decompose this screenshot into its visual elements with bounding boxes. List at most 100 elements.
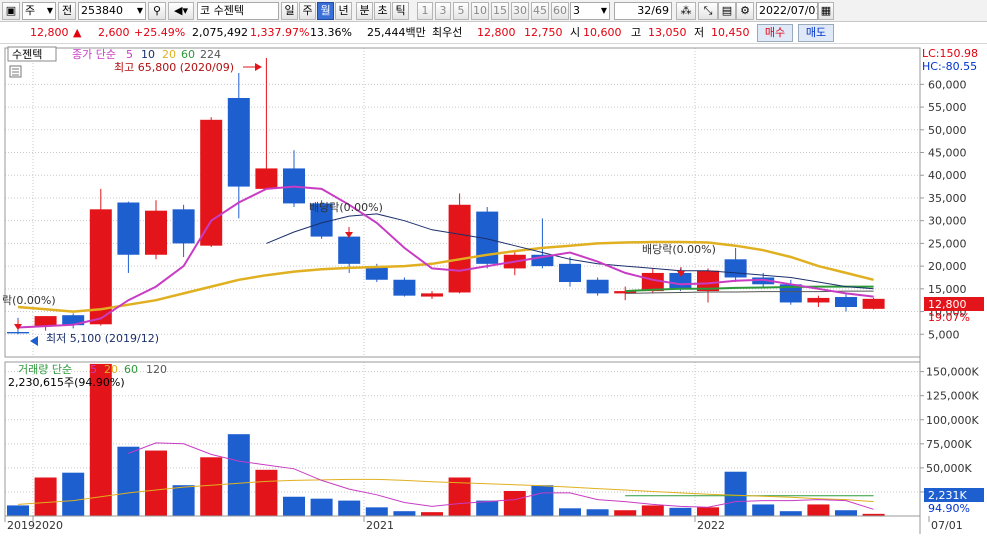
search-icon[interactable]: ⚲ xyxy=(148,2,166,20)
current-price-badge-text: 12,800 xyxy=(928,298,967,311)
page-counter-current: 32 xyxy=(637,4,652,17)
volume-bar xyxy=(421,512,443,516)
period-button-4[interactable]: 분 xyxy=(356,2,373,20)
price-legend-ma10: 10 xyxy=(141,48,155,61)
volume-legend-ma20: 20 xyxy=(104,363,118,376)
period-button-1[interactable]: 주 xyxy=(299,2,316,20)
interval-button-1[interactable]: 1 xyxy=(417,2,433,20)
candle-body xyxy=(862,298,885,309)
volume-bar xyxy=(614,510,637,516)
market-select[interactable]: 주 ▼ xyxy=(22,2,56,20)
volume-bar xyxy=(310,498,333,516)
lc-label: LC:150.98 xyxy=(922,47,978,60)
stock-name-field[interactable]: 코 수젠텍 xyxy=(197,2,279,20)
gear-icon[interactable]: ⚙ xyxy=(736,2,754,20)
hc-label: HC:-80.55 xyxy=(922,60,977,73)
link-icon[interactable]: ⁂ xyxy=(676,2,696,20)
volume-bar xyxy=(227,434,250,516)
volume-bar xyxy=(365,507,388,516)
candle-body xyxy=(586,279,609,294)
current-volume-percent: 94.90% xyxy=(928,502,970,515)
volume-bar xyxy=(807,504,830,516)
candle-body xyxy=(807,297,830,303)
candle-body xyxy=(255,168,278,189)
bid-price: 12,750 xyxy=(524,26,563,39)
volume-bar xyxy=(835,510,857,516)
candlesticks xyxy=(7,57,885,335)
high-price: 13,050 xyxy=(648,26,687,39)
volume-tick-label: 75,000K xyxy=(926,438,972,451)
volume-bar xyxy=(62,472,85,516)
interval-button-45[interactable]: 45 xyxy=(531,2,549,20)
price-legend-ma60: 60 xyxy=(181,48,195,61)
window-menu-icon[interactable]: ▣ xyxy=(2,2,20,20)
volume-bar xyxy=(779,511,802,516)
period-button-5[interactable]: 초 xyxy=(374,2,391,20)
chevron-down-icon: ▼ xyxy=(136,6,143,15)
volume-bar xyxy=(669,507,692,516)
candle-body xyxy=(200,119,223,246)
volume-bar xyxy=(586,509,609,516)
stock-code-input[interactable]: 253840 ▼ xyxy=(78,2,146,20)
high-arrow-icon xyxy=(255,63,262,71)
volume-bar xyxy=(752,504,775,516)
stock-chart[interactable]: 5,00010,00015,00020,00025,00030,00035,00… xyxy=(0,44,987,537)
period-button-0[interactable]: 일 xyxy=(281,2,298,20)
volume-bar xyxy=(34,477,57,516)
interval-button-5[interactable]: 5 xyxy=(453,2,469,20)
candle-body xyxy=(7,332,29,334)
ma5-line xyxy=(17,185,874,329)
calendar-icon[interactable]: ▦ xyxy=(818,2,834,20)
sound-icon[interactable]: ◀▾ xyxy=(168,2,194,20)
volume-legend-ma120: 120 xyxy=(146,363,167,376)
volume-legend-title: 거래량 단순 xyxy=(18,363,72,376)
chart-tool-icon[interactable]: ⤡ xyxy=(698,2,718,20)
low-price: 10,450 xyxy=(711,26,750,39)
low-annotation: 최저 5,100 (2019/12) xyxy=(46,332,159,345)
page-counter-total: /69 xyxy=(651,4,669,17)
change-value: 2,600 xyxy=(98,26,130,39)
save-icon[interactable]: ▤ xyxy=(718,2,736,20)
price-legend-ma224: 224 xyxy=(200,48,221,61)
period-button-6[interactable]: 틱 xyxy=(392,2,409,20)
current-volume-badge-text: 2,231K xyxy=(928,489,967,502)
date-field[interactable]: 2022/07/01 xyxy=(756,2,818,20)
count-select[interactable]: 3 ▼ xyxy=(570,2,610,20)
interval-button-15[interactable]: 15 xyxy=(491,2,509,20)
candle-body xyxy=(724,259,747,278)
volume-bar xyxy=(697,507,719,516)
ask-price: 12,800 xyxy=(477,26,516,39)
interval-button-60[interactable]: 60 xyxy=(551,2,569,20)
low-label: 저 xyxy=(694,26,705,39)
buy-button[interactable]: 매수 xyxy=(757,24,793,42)
time-tick-label: 2021 xyxy=(366,519,394,532)
sell-button[interactable]: 매도 xyxy=(798,24,834,42)
low-arrow-icon xyxy=(30,336,38,346)
price-tick-label: 15,000 xyxy=(928,283,967,296)
current-price-percent: 19.07% xyxy=(928,311,970,324)
volume-bar xyxy=(503,490,526,516)
period-button-3[interactable]: 년 xyxy=(335,2,352,20)
prefix-button[interactable]: 전 xyxy=(58,2,76,20)
price-tick-label: 25,000 xyxy=(928,237,967,250)
candle-body xyxy=(559,263,581,283)
volume-bar xyxy=(559,508,581,516)
interval-button-30[interactable]: 30 xyxy=(511,2,529,20)
candle-body xyxy=(227,97,250,187)
price-tick-label: 45,000 xyxy=(928,147,967,160)
price-tick-label: 30,000 xyxy=(928,215,967,228)
candle-body xyxy=(421,293,443,297)
interval-button-10[interactable]: 10 xyxy=(471,2,489,20)
volume-bars xyxy=(7,363,885,516)
current-price: 12,800 xyxy=(30,26,69,39)
dividend-label-1: 락(0.00%) xyxy=(2,294,56,307)
interval-button-3[interactable]: 3 xyxy=(435,2,451,20)
price-tick-label: 50,000 xyxy=(928,124,967,137)
volume-bar xyxy=(476,500,499,516)
period-button-2[interactable]: 월 xyxy=(317,2,334,20)
high-label: 고 xyxy=(631,26,642,39)
price-legend-title: 종가 단순 xyxy=(72,48,116,61)
volume-bar xyxy=(172,485,195,516)
volume-bar xyxy=(145,450,167,516)
candle-body xyxy=(338,236,361,264)
